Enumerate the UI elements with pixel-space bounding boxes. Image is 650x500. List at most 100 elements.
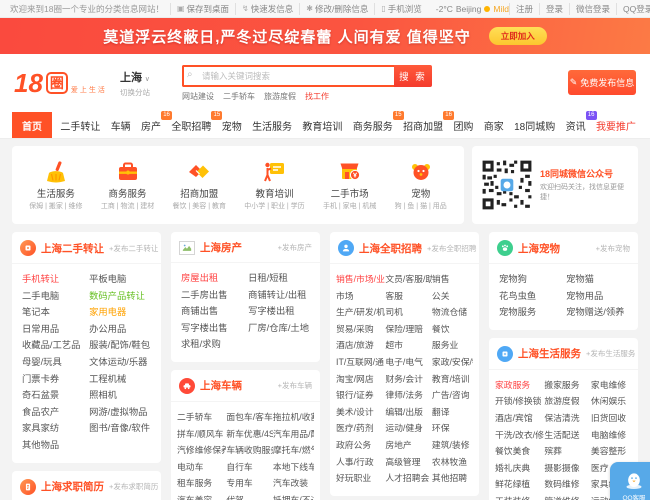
category-link[interactable]: 写字楼出租 — [248, 303, 310, 320]
category-link[interactable]: 家政服务 — [495, 377, 544, 394]
category-link[interactable]: 教育/培训 — [432, 371, 473, 388]
section-title[interactable]: 上海车辆 — [200, 378, 242, 393]
category-link[interactable]: 翻译 — [432, 404, 473, 421]
category-link[interactable]: 拼车/顺风车 — [177, 426, 226, 443]
category-link[interactable]: 农林牧渔 — [432, 454, 473, 471]
nav-item[interactable]: 团购 — [451, 112, 475, 138]
category-link[interactable]: 代驾 — [226, 492, 273, 500]
category-link[interactable]: 家用电器 — [89, 304, 151, 321]
category-link[interactable]: 淘宝/网店 — [336, 371, 385, 388]
category-link[interactable]: 财务/会计 — [385, 371, 432, 388]
category-secondhand-market[interactable]: 二手市场 手机 | 家电 | 机械 — [323, 159, 376, 211]
category-link[interactable]: 公关 — [432, 288, 473, 305]
category-link[interactable]: 花鸟虫鱼 — [499, 288, 566, 305]
category-link[interactable]: 工程机械 — [89, 371, 151, 388]
category-link[interactable]: 建筑/装修 — [432, 437, 473, 454]
category-link[interactable]: 其他物品 — [22, 437, 89, 454]
topbar-link[interactable]: ↯ 快速发信息 — [235, 2, 299, 15]
category-link[interactable]: 其他招聘 — [432, 470, 473, 487]
account-link[interactable]: 微信登录 — [569, 2, 616, 15]
category-link[interactable]: 租车服务 — [177, 475, 226, 492]
city-selector[interactable]: 上海 ∨ 切换分站 — [120, 69, 172, 98]
category-link[interactable]: 办公用品 — [89, 321, 151, 338]
category-link[interactable]: 求租/求购 — [181, 336, 248, 353]
hot-keyword-link[interactable]: 网站建设 — [182, 91, 214, 102]
category-link[interactable]: 管道维修 — [544, 493, 591, 500]
search-input[interactable] — [182, 64, 394, 87]
category-link[interactable]: 家电维修 — [591, 377, 632, 394]
category-link[interactable]: 酒店/旅游 — [336, 337, 385, 354]
switch-site-link[interactable]: 切换分站 — [120, 87, 172, 98]
category-link[interactable]: 汽车改装 — [273, 475, 314, 492]
category-link[interactable]: 家具家纺 — [22, 420, 89, 437]
category-link[interactable]: 银行/证券 — [336, 387, 385, 404]
category-link[interactable]: 文体运动/乐器 — [89, 354, 151, 371]
category-link[interactable]: 数码维修 — [544, 476, 591, 493]
topbar-link[interactable]: ▣ 保存到桌面 — [169, 2, 235, 15]
category-link[interactable]: 摄影摄像 — [544, 460, 591, 477]
category-link[interactable]: 销售 — [432, 271, 473, 288]
category-link[interactable]: 食品农产 — [22, 404, 89, 421]
category-link[interactable]: 奇石盆景 — [22, 387, 89, 404]
category-link[interactable]: 物流仓储 — [432, 304, 473, 321]
category-link[interactable]: 平板电脑 — [89, 271, 151, 288]
post-resume-link[interactable]: +发布求职简历 — [109, 481, 158, 492]
section-title[interactable]: 上海求职简历 — [41, 479, 104, 494]
post-pets-link[interactable]: +发布宠物 — [596, 243, 630, 254]
category-link[interactable]: 写字楼出售 — [181, 320, 248, 337]
weather-widget[interactable]: -2°C Beijing Mild — [436, 4, 509, 14]
nav-item[interactable]: 商家 — [482, 112, 506, 138]
category-link[interactable]: 开锁/修换锁 — [495, 393, 544, 410]
category-link[interactable]: 餐饮 — [432, 321, 473, 338]
section-title[interactable]: 上海二手转让 — [41, 241, 104, 256]
category-link[interactable]: 干洗/改衣/修鞋 — [495, 427, 544, 444]
category-education[interactable]: 教育培训 中小学 | 职业 | 学历 — [244, 159, 305, 211]
category-link[interactable]: 面包车/客车 — [226, 409, 273, 426]
category-link[interactable]: 超市 — [385, 337, 432, 354]
category-link[interactable]: 婚礼庆典 — [495, 460, 544, 477]
category-link[interactable]: 母婴/玩具 — [22, 354, 89, 371]
category-link[interactable]: 生活配送 — [544, 427, 591, 444]
post-house-link[interactable]: +发布房产 — [278, 242, 312, 253]
category-link[interactable]: 殡葬 — [544, 443, 591, 460]
category-link[interactable]: 本地下线车 — [273, 459, 314, 476]
category-link[interactable]: 图书/音像/软件 — [89, 420, 151, 437]
account-link[interactable]: 注册 — [509, 2, 539, 15]
account-link[interactable]: QQ登录 — [616, 2, 650, 15]
hot-keyword-link[interactable]: 旅游度假 — [264, 91, 296, 102]
category-link[interactable]: 环保 — [432, 420, 473, 437]
category-link[interactable]: 厂房/仓库/土地 — [248, 320, 310, 337]
category-link[interactable]: 电动车 — [177, 459, 226, 476]
category-link[interactable]: 汽车用品/配件 — [273, 426, 314, 443]
category-link[interactable]: 酒店/宾馆 — [495, 410, 544, 427]
post-job-link[interactable]: +发布全职招聘 — [427, 243, 476, 254]
join-now-button[interactable]: 立即加入 — [488, 27, 547, 45]
category-link[interactable]: 商铺转让/出租 — [248, 287, 310, 304]
category-link[interactable]: 旧货回收 — [591, 410, 632, 427]
category-link[interactable]: 网游/虚拟物品 — [89, 404, 151, 421]
category-link[interactable]: 政府公务 — [336, 437, 385, 454]
category-link[interactable]: 日常用品 — [22, 321, 89, 338]
nav-item[interactable]: 全职招聘 15 — [169, 111, 223, 138]
nav-item[interactable]: 18同城购 — [512, 112, 557, 138]
section-title[interactable]: 上海生活服务 — [518, 346, 581, 361]
category-link[interactable]: 人才招聘会 — [385, 470, 432, 487]
nav-item[interactable]: 二手转让 — [58, 112, 102, 138]
category-link[interactable]: 运动/健身 — [385, 420, 432, 437]
category-link[interactable]: 宠物猫 — [566, 271, 628, 288]
section-title[interactable]: 上海宠物 — [518, 241, 560, 256]
post-info-button[interactable]: ✎ 免费发布信息 — [568, 70, 636, 95]
category-pets[interactable]: 宠物 狗 | 鱼 | 猫 | 用品 — [395, 159, 447, 211]
category-link[interactable]: 商铺出售 — [181, 303, 248, 320]
category-link[interactable]: 保险/理赔 — [385, 321, 432, 338]
category-link[interactable]: 二手轿车 — [177, 409, 226, 426]
category-link[interactable]: 抵押车/不过户 — [273, 492, 314, 500]
category-link[interactable]: 市场 — [336, 288, 385, 305]
category-link[interactable]: 笔记本 — [22, 304, 89, 321]
category-link[interactable]: 门票卡券 — [22, 371, 89, 388]
nav-item[interactable]: 资讯 16 — [564, 111, 597, 138]
category-link[interactable]: IT/互联网/通 — [336, 354, 385, 371]
nav-item[interactable]: 商务服务 15 — [351, 111, 404, 138]
hot-keyword-link[interactable]: 二手轿车 — [223, 91, 255, 102]
nav-item[interactable]: 教育培训 — [300, 112, 344, 138]
